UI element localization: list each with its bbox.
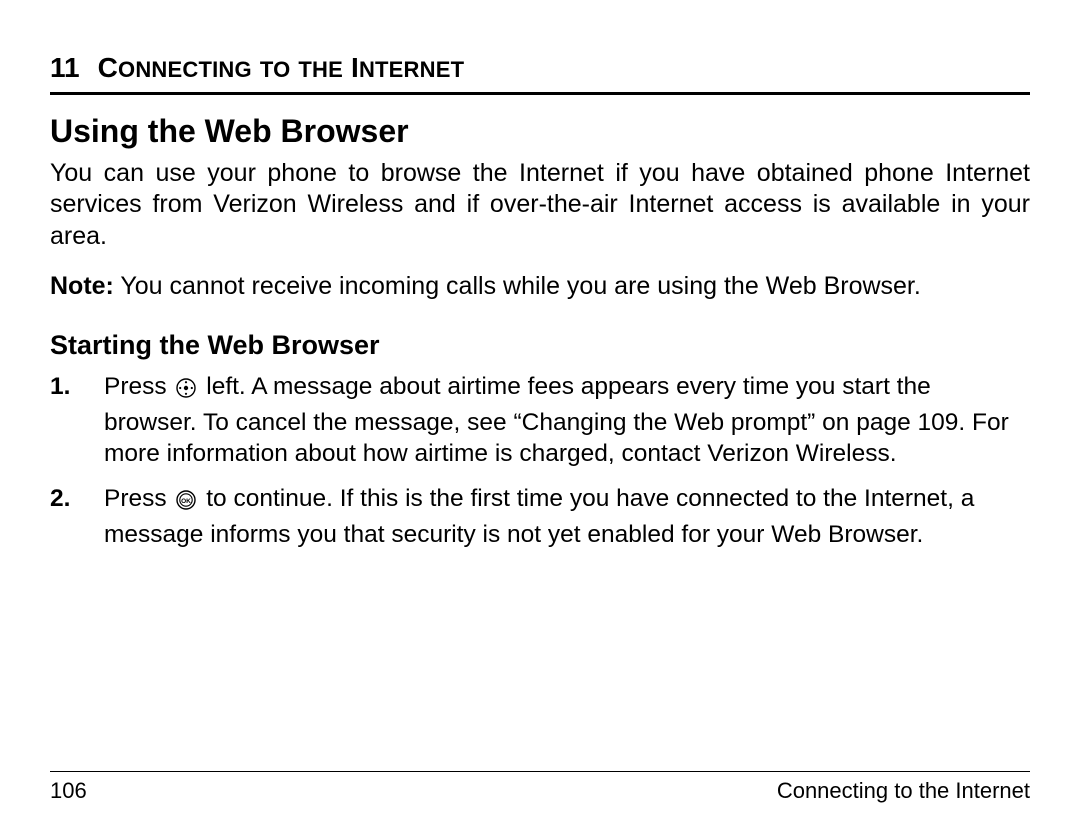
chapter-title: Connecting to the Internet bbox=[98, 52, 465, 84]
manual-page: 11 Connecting to the Internet Using the … bbox=[0, 0, 1080, 834]
note-text: You cannot receive incoming calls while … bbox=[114, 272, 921, 300]
svg-text:OK: OK bbox=[182, 498, 192, 505]
running-title: Connecting to the Internet bbox=[777, 778, 1030, 804]
step-number: 1. bbox=[50, 371, 104, 469]
page-number: 106 bbox=[50, 778, 87, 804]
step-body: Press OK to continue. If this is the fir… bbox=[104, 483, 1030, 550]
step-post: left. A message about airtime fees appea… bbox=[104, 373, 1009, 467]
step-pre: Press bbox=[104, 485, 173, 512]
chapter-header: 11 Connecting to the Internet bbox=[50, 52, 1030, 95]
intro-paragraph: You can use your phone to browse the Int… bbox=[50, 158, 1030, 252]
nav-key-icon bbox=[176, 375, 196, 406]
note-paragraph: Note: You cannot receive incoming calls … bbox=[50, 270, 1030, 303]
ok-key-icon: OK bbox=[176, 487, 196, 518]
note-label: Note: bbox=[50, 272, 114, 300]
section-heading: Using the Web Browser bbox=[50, 113, 1030, 150]
page-footer: 106 Connecting to the Internet bbox=[50, 771, 1030, 804]
step-number: 2. bbox=[50, 483, 104, 550]
step-post: to continue. If this is the first time y… bbox=[104, 485, 974, 547]
steps-list: 1. Press left. A message about airtime f… bbox=[50, 371, 1030, 550]
subsection-heading: Starting the Web Browser bbox=[50, 330, 1030, 361]
step-body: Press left. A message about airtime fees… bbox=[104, 371, 1030, 469]
list-item: 1. Press left. A message about airtime f… bbox=[50, 371, 1030, 469]
step-pre: Press bbox=[104, 373, 173, 400]
chapter-number: 11 bbox=[50, 52, 80, 84]
list-item: 2. Press OK to continue. If this is the … bbox=[50, 483, 1030, 550]
